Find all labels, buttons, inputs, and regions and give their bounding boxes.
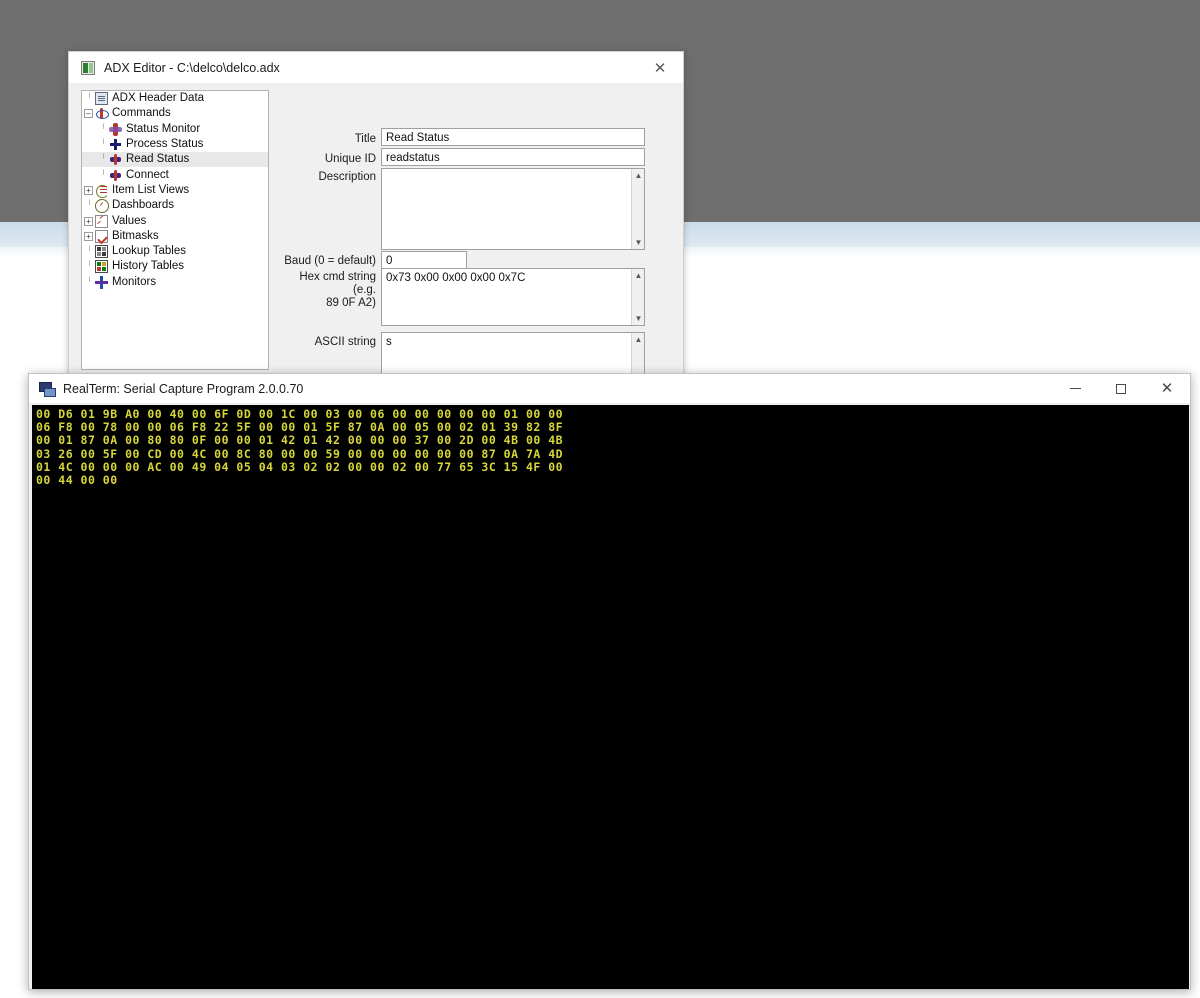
hex-cmd-label-line2: 89 0F A2) (326, 297, 376, 309)
tree-item-label: Commands (112, 107, 171, 120)
scroll-up-icon[interactable]: ▲ (632, 333, 644, 346)
terminal-output[interactable]: 00 D6 01 9B A0 00 40 00 6F 0D 00 1C 00 0… (32, 405, 1189, 989)
hex-cmd-label-line1: Hex cmd string (e.g. (299, 271, 376, 296)
adx-tree-view[interactable]: ╵ ADX Header Data – Commands ╵ Status Mo… (81, 90, 269, 370)
tree-connector: ╵ (86, 200, 93, 211)
title-input[interactable]: Read Status (381, 128, 645, 146)
close-icon[interactable]: ✕ (1144, 374, 1190, 403)
close-icon[interactable]: ✕ (637, 52, 683, 83)
ascii-string-textarea[interactable]: s ▲ ▼ (381, 332, 645, 375)
adx-form-panel: Title Read Status Unique ID readstatus D… (281, 83, 683, 375)
maximize-icon[interactable] (1098, 374, 1144, 403)
tree-connector: ╵ (86, 276, 93, 287)
tree-item-label: Values (112, 214, 147, 227)
tree-item-status-monitor[interactable]: ╵ Status Monitor (82, 122, 268, 137)
realterm-window: RealTerm: Serial Capture Program 2.0.0.7… (28, 373, 1191, 990)
tree-item-label: Process Status (126, 138, 204, 151)
tree-connector: ╵ (86, 246, 93, 257)
tree-connector: ╵ (100, 169, 107, 180)
adx-editor-window: ADX Editor - C:\delco\delco.adx ✕ ╵ ADX … (68, 51, 684, 376)
tree-item-dashboards[interactable]: ╵ Dashboards (82, 198, 268, 214)
status-monitor-icon (109, 122, 122, 136)
description-textarea[interactable]: ▲ ▼ (381, 168, 645, 250)
realterm-titlebar[interactable]: RealTerm: Serial Capture Program 2.0.0.7… (29, 374, 1190, 403)
connect-icon (109, 169, 122, 182)
tree-item-label: ADX Header Data (112, 92, 205, 105)
expand-expander-icon[interactable]: + (84, 231, 93, 241)
hex-cmd-scrollbar[interactable]: ▲ ▼ (631, 269, 644, 325)
tree-connector: ╵ (100, 139, 107, 150)
title-label: Title (354, 133, 376, 145)
scroll-up-icon[interactable]: ▲ (632, 169, 644, 182)
minimize-icon[interactable] (1052, 374, 1098, 403)
values-icon (95, 214, 108, 228)
tree-item-label: Connect (126, 168, 169, 181)
tree-item-label: Status Monitor (126, 122, 201, 135)
ascii-string-label: ASCII string (314, 336, 376, 348)
adx-editor-title: ADX Editor - C:\delco\delco.adx (104, 60, 280, 75)
tree-item-label: History Tables (112, 260, 185, 273)
tree-item-label: Bitmasks (112, 229, 159, 242)
process-status-icon (109, 138, 122, 151)
tree-item-commands[interactable]: – Commands (82, 106, 268, 121)
ascii-string-value: s (386, 336, 392, 348)
ascii-scrollbar[interactable]: ▲ ▼ (631, 333, 644, 375)
history-tables-icon (95, 260, 108, 274)
unique-id-input[interactable]: readstatus (381, 148, 645, 166)
hex-cmd-label: Hex cmd string (e.g. 89 0F A2) (281, 271, 376, 310)
tree-item-adx-header-data[interactable]: ╵ ADX Header Data (82, 91, 268, 106)
scroll-up-icon[interactable]: ▲ (632, 269, 644, 282)
tree-item-lookup-tables[interactable]: ╵ Lookup Tables (82, 244, 268, 259)
scroll-down-icon[interactable]: ▼ (632, 312, 644, 325)
collapse-expander-icon[interactable]: – (84, 109, 93, 119)
tree-item-monitors[interactable]: ╵ Monitors (82, 275, 268, 290)
tree-item-process-status[interactable]: ╵ Process Status (82, 137, 268, 152)
tree-connector: ╵ (86, 261, 93, 272)
tree-connector: ╵ (100, 123, 107, 134)
adx-editor-body: ╵ ADX Header Data – Commands ╵ Status Mo… (69, 83, 683, 375)
terminal-hex-dump: 00 D6 01 9B A0 00 40 00 6F 0D 00 1C 00 0… (36, 407, 564, 488)
adx-app-icon (81, 60, 95, 75)
tree-item-connect[interactable]: ╵ Connect (82, 167, 268, 182)
scroll-down-icon[interactable]: ▼ (632, 236, 644, 249)
tree-item-label: Item List Views (112, 183, 190, 196)
read-status-icon (109, 153, 122, 166)
adx-editor-titlebar[interactable]: ADX Editor - C:\delco\delco.adx ✕ (69, 52, 683, 83)
description-label: Description (318, 171, 376, 183)
realterm-title: RealTerm: Serial Capture Program 2.0.0.7… (63, 381, 304, 396)
bitmasks-icon (95, 229, 108, 243)
item-list-views-icon (95, 184, 109, 198)
hex-cmd-textarea[interactable]: 0x73 0x00 0x00 0x00 0x7C ▲ ▼ (381, 268, 645, 326)
tree-item-label: Read Status (126, 153, 190, 166)
dashboards-icon (95, 199, 109, 214)
commands-icon (95, 107, 109, 120)
tree-item-read-status[interactable]: ╵ Read Status (82, 152, 268, 168)
tree-item-label: Lookup Tables (112, 245, 186, 258)
expand-expander-icon[interactable]: + (84, 216, 93, 226)
tree-item-label: Monitors (112, 275, 157, 288)
tree-item-item-list-views[interactable]: + Item List Views (82, 183, 268, 198)
unique-id-label: Unique ID (324, 153, 376, 165)
monitors-icon (95, 275, 108, 289)
baud-input[interactable]: 0 (381, 251, 467, 269)
header-data-icon (95, 92, 108, 106)
tree-connector: ╵ (100, 154, 107, 165)
lookup-tables-icon (95, 245, 108, 259)
description-scrollbar[interactable]: ▲ ▼ (631, 169, 644, 249)
expand-expander-icon[interactable]: + (84, 185, 93, 195)
realterm-icon (39, 382, 56, 397)
tree-item-history-tables[interactable]: ╵ History Tables (82, 259, 268, 274)
tree-connector: ╵ (86, 93, 93, 104)
tree-item-label: Dashboards (112, 199, 175, 212)
tree-item-values[interactable]: + Values (82, 213, 268, 228)
tree-item-bitmasks[interactable]: + Bitmasks (82, 229, 268, 244)
hex-cmd-value: 0x73 0x00 0x00 0x00 0x7C (386, 272, 526, 284)
baud-label: Baud (0 = default) (284, 255, 376, 267)
